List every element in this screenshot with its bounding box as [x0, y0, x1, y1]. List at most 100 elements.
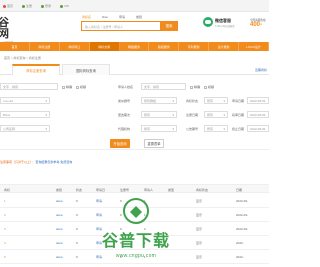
top-link-home-label[interactable]: 首页 — [7, 4, 13, 8]
nav-item-transfer[interactable]: 商标转让 — [60, 42, 90, 51]
checkbox-icon — [204, 85, 207, 89]
end-date-input[interactable]: 2022-08-09 — [247, 125, 269, 132]
register-date-select[interactable]: 所有 — [204, 111, 228, 118]
nav-item-copyright[interactable]: 版权服务 — [149, 42, 180, 51]
top-link-login-label[interactable]: 登录 — [45, 4, 51, 8]
notice-link[interactable]: 查询结果仅供参考 免费咨询 — [35, 160, 72, 164]
checkbox-icon — [76, 85, 79, 89]
cell-date: 2022-09- — [236, 227, 249, 231]
prelim-date-input[interactable]: 2022-08-09 — [247, 111, 269, 118]
nav-item-home[interactable]: 首页 — [0, 42, 30, 51]
change-issue-label: 更改期次 — [118, 113, 131, 117]
recent-trademarks-link[interactable]: 近期商标 — [255, 68, 267, 72]
checkbox-icon — [62, 85, 65, 89]
main-nav: 首页 商标注册 商标转让 商标交易 网络服务 版权服务 专利服务 设计服务 LO… — [0, 42, 270, 51]
apply-date-label: 申请日期 — [232, 99, 245, 103]
applicant-input[interactable]: 文字、拼音 — [141, 83, 186, 90]
exact-label-2: 精确 — [194, 85, 201, 89]
nav-item-patent[interactable]: 专利服务 — [179, 42, 210, 51]
cell-tm-status: 显示 — [196, 213, 203, 217]
watermark-logo-icon — [123, 198, 149, 224]
tab-international-query[interactable]: 国际商标查询 — [62, 64, 110, 75]
agency-select[interactable]: 所有 — [141, 125, 177, 132]
cell-trademark[interactable]: 1 — [4, 199, 6, 203]
login-icon — [41, 4, 45, 8]
top-link-vip[interactable]: VIP — [60, 4, 69, 8]
change-issue-select[interactable]: 所有 — [141, 111, 177, 118]
trademark-name-input[interactable]: 文字、拼音 — [0, 83, 58, 90]
checkbox-icon — [190, 85, 193, 89]
search-tab-name[interactable]: 商标名 — [82, 15, 91, 19]
top-link-register[interactable]: 注册 — [22, 4, 32, 8]
company-select[interactable]: 公司名称 — [0, 125, 50, 132]
col-tm-status: 商标状态 — [196, 188, 209, 192]
notice-text: 注意事项（只对于以上）： — [0, 160, 35, 164]
cell-trademark[interactable]: 4 — [4, 241, 6, 245]
cell-trademark[interactable]: 5 — [4, 255, 6, 259]
top-link-register-label[interactable]: 注册 — [26, 4, 32, 8]
home-icon — [3, 4, 6, 8]
cell-class[interactable]: done — [56, 227, 63, 231]
top-link-home[interactable]: 首页 — [3, 4, 13, 8]
nav-item-design[interactable]: 设计服务 — [209, 42, 240, 51]
cell-status: 9 — [76, 227, 78, 231]
start-query-button[interactable]: 开始查询 — [110, 139, 130, 148]
vip-icon — [60, 4, 64, 8]
header: 谷网 谷普下载 商标名 Nice 申请 类别 输入商标名 / 注册号 / 申请人… — [0, 12, 269, 45]
top-link-vip-label[interactable]: VIP — [64, 4, 69, 8]
cell-class[interactable]: done — [56, 199, 63, 203]
cell-date: 2022- — [236, 241, 244, 245]
notice: 注意事项（只对于以上）： 查询结果仅供参考 免费咨询 — [0, 160, 72, 164]
col-trademark: 商标 — [4, 188, 11, 192]
search-button[interactable]: 搜索 — [160, 21, 178, 31]
wechat-icon[interactable] — [203, 17, 213, 27]
search-type-tabs: 商标名 Nice 申请 类别 — [82, 15, 142, 19]
tab-domestic-query[interactable]: 商标注册查询 — [12, 64, 60, 75]
search-tab-nice[interactable]: Nice — [102, 15, 108, 19]
logo-text: 谷网 — [0, 17, 9, 40]
search-tab-applicant[interactable]: 申请 — [119, 15, 125, 19]
exact-checkbox-2[interactable]: 精确 — [190, 85, 200, 89]
query-tabs: 商标注册查询 国际商标查询 近期商标 — [0, 63, 269, 75]
col-type: 类型 — [168, 188, 175, 192]
cell-tm-status: 显示 — [196, 227, 203, 231]
exact-checkbox-1[interactable]: 精确 — [62, 85, 72, 89]
announce-no-select[interactable]: 所有 — [204, 125, 228, 132]
reset-form-button[interactable]: 重置表单 — [144, 139, 164, 148]
status-select[interactable]: 所有 — [204, 97, 228, 104]
cell-class[interactable]: done — [56, 241, 63, 245]
site-logo[interactable]: 谷网 谷普下载 — [0, 18, 18, 45]
cell-class[interactable]: done — [56, 255, 63, 259]
type-select[interactable]: Brina — [0, 111, 50, 118]
agency-label: 代理机构 — [118, 127, 131, 131]
nav-item-trade[interactable]: 商标交易 — [89, 42, 120, 51]
breadcrumb: 首页 > 商标查询 > 商标注册 — [4, 56, 41, 60]
cell-status: 9 — [76, 213, 78, 217]
cell-trademark[interactable]: 2 — [4, 213, 6, 217]
apply-date-input[interactable]: 2022-08-09 — [247, 97, 269, 104]
results-table-header: 商标 类别 状态 申请日 注册号 申请人 类型 商标状态 日期 — [0, 184, 269, 193]
class-select[interactable]: n.ex.ad — [0, 97, 50, 104]
cell-trademark[interactable]: 3 — [4, 227, 6, 231]
watermark: 谷普下载 www.cngpu.com — [86, 198, 186, 264]
fuzzy-checkbox-1[interactable]: 模糊 — [76, 85, 86, 89]
similar-group-select[interactable]: 所有群组 — [141, 97, 177, 104]
filter-panel: 文字、拼音 精确 模糊 申请人姓名 文字、拼音 精确 模糊 n.ex.ad 类似… — [0, 78, 269, 150]
col-status: 状态 — [76, 188, 83, 192]
col-applicant: 申请人 — [144, 188, 154, 192]
nav-item-network[interactable]: 网络服务 — [120, 42, 150, 51]
search-tab-class[interactable]: 类别 — [136, 15, 142, 19]
nav-item-register[interactable]: 商标注册 — [30, 42, 60, 51]
nav-item-logo[interactable]: LOGO设计 — [239, 42, 270, 51]
prelim-date-label: 初审日期 — [232, 113, 245, 117]
fuzzy-checkbox-2[interactable]: 模糊 — [204, 85, 214, 89]
col-apply-day: 申请日 — [96, 188, 106, 192]
cell-tm-status: 显示 — [196, 241, 203, 245]
fuzzy-label-2: 模糊 — [208, 85, 215, 89]
similar-group-label: 类似群号 — [118, 99, 131, 103]
cell-class[interactable]: done — [56, 213, 63, 217]
top-bar: 首页 注册 登录 VIP — [0, 0, 269, 12]
end-date-label: 终止日期 — [232, 127, 245, 131]
top-link-login[interactable]: 登录 — [41, 4, 51, 8]
cell-date: 2022-09- — [236, 213, 249, 217]
